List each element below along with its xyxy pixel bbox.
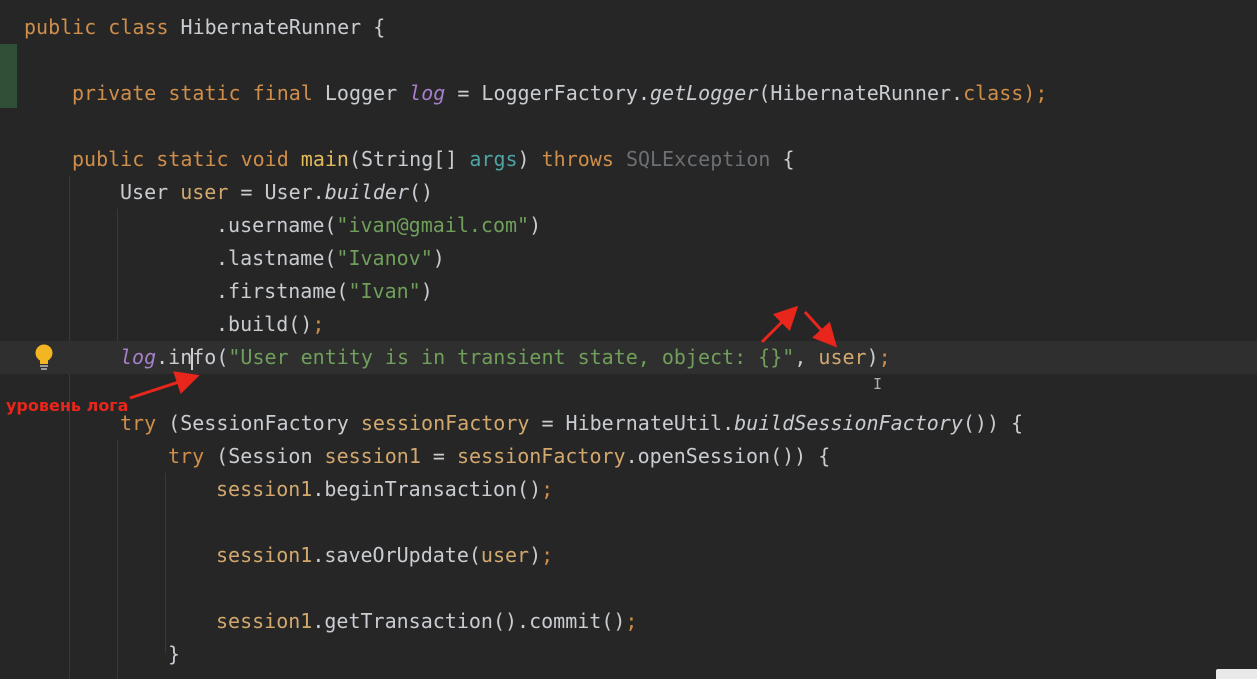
- code-token: session1: [216, 543, 313, 567]
- code-token: public class: [24, 15, 181, 39]
- log-level-annotation: уровень лога: [6, 396, 129, 415]
- code-token: sessionFactory: [457, 444, 626, 468]
- code-token: = LoggerFactory.: [445, 81, 650, 105]
- code-token: session1: [216, 477, 313, 501]
- code-token: (HibernateRunner.: [758, 81, 964, 105]
- code-token: ): [529, 213, 542, 237]
- code-token: ): [432, 246, 445, 270]
- code-token: try: [168, 444, 217, 468]
- code-token: main: [300, 147, 349, 171]
- code-token: "User entity is in transient state, obje…: [228, 345, 795, 369]
- code-token: Logger: [324, 81, 410, 105]
- code-token: sessionFactory: [360, 411, 530, 435]
- code-token: log: [120, 345, 157, 369]
- code-token: );: [1023, 81, 1048, 105]
- code-line[interactable]: public static void main(String[] args) t…: [0, 143, 1257, 176]
- code-token: class: [963, 81, 1024, 105]
- code-token: (String[]: [348, 147, 470, 171]
- code-token: =: [420, 444, 457, 468]
- code-line[interactable]: User user = User.builder(): [0, 176, 1257, 209]
- code-token: user: [180, 180, 229, 204]
- code-token: .getTransaction().commit(): [312, 609, 626, 633]
- code-token: builder: [324, 180, 410, 204]
- code-token: {: [770, 147, 795, 171]
- code-line-active[interactable]: log.info("User entity is in transient st…: [0, 341, 1257, 374]
- overlay-widget[interactable]: [1216, 669, 1257, 679]
- code-token: "ivan@gmail.com": [336, 213, 530, 237]
- code-line[interactable]: .username("ivan@gmail.com"): [0, 209, 1257, 242]
- code-token: session1: [216, 609, 313, 633]
- code-token: buildSessionFactory: [734, 411, 963, 435]
- code-token: .openSession()) {: [625, 444, 831, 468]
- code-editor[interactable]: public class HibernateRunner { private s…: [0, 0, 1257, 679]
- code-token: = User.: [228, 180, 325, 204]
- code-token: user: [480, 543, 530, 567]
- code-line[interactable]: .build();: [0, 308, 1257, 341]
- code-token: .in: [156, 345, 193, 369]
- code-token: ;: [878, 345, 891, 369]
- code-line[interactable]: .firstname("Ivan"): [0, 275, 1257, 308]
- code-token: user: [818, 345, 867, 369]
- code-token: ()) {: [962, 411, 1024, 435]
- code-token: throws: [541, 147, 626, 171]
- code-line[interactable]: try (Session session1 = sessionFactory.o…: [0, 440, 1257, 473]
- code-token: = HibernateUtil.: [529, 411, 735, 435]
- code-token: .lastname(: [216, 246, 337, 270]
- code-token: args: [469, 147, 518, 171]
- code-token: private static final: [72, 81, 325, 105]
- code-token: log: [409, 81, 446, 105]
- code-token: ): [866, 345, 879, 369]
- code-token: ): [420, 279, 433, 303]
- code-token: (Session: [216, 444, 325, 468]
- code-token: ): [529, 543, 542, 567]
- code-token: ;: [312, 312, 325, 336]
- code-token: .build(): [216, 312, 313, 336]
- code-line[interactable]: session1.saveOrUpdate(user);: [0, 539, 1257, 572]
- code-line[interactable]: }: [0, 638, 1257, 671]
- code-token: getLogger: [650, 81, 759, 105]
- code-token: .username(: [216, 213, 337, 237]
- code-token: SQLException: [625, 147, 771, 171]
- code-token: (): [409, 180, 434, 204]
- code-token: User: [120, 180, 181, 204]
- arrow-to-log-level: [129, 371, 200, 400]
- code-line[interactable]: public class HibernateRunner {: [0, 11, 1257, 44]
- code-token: ,: [794, 345, 819, 369]
- code-token: }: [168, 642, 181, 666]
- code-token: "Ivan": [348, 279, 421, 303]
- code-token: (SessionFactory: [168, 411, 361, 435]
- code-token: .saveOrUpdate(: [312, 543, 481, 567]
- code-line[interactable]: session1.beginTransaction();: [0, 473, 1257, 506]
- code-token: "Ivanov": [336, 246, 433, 270]
- code-token: ;: [541, 543, 554, 567]
- lightbulb-icon[interactable]: [32, 343, 56, 371]
- code-line[interactable]: private static final Logger log = Logger…: [0, 77, 1257, 110]
- code-token: ;: [541, 477, 554, 501]
- code-token: .firstname(: [216, 279, 349, 303]
- code-token: ): [517, 147, 542, 171]
- text-cursor-icon: I: [873, 375, 883, 393]
- code-line[interactable]: .lastname("Ivanov"): [0, 242, 1257, 275]
- code-token: ;: [625, 609, 638, 633]
- code-token: .beginTransaction(): [312, 477, 542, 501]
- code-token: public static void: [72, 147, 301, 171]
- code-token: session1: [324, 444, 421, 468]
- code-token: HibernateRunner {: [180, 15, 386, 39]
- code-line[interactable]: session1.getTransaction().commit();: [0, 605, 1257, 638]
- code-line[interactable]: try (SessionFactory sessionFactory = Hib…: [0, 407, 1257, 440]
- code-token: fo(: [192, 345, 229, 369]
